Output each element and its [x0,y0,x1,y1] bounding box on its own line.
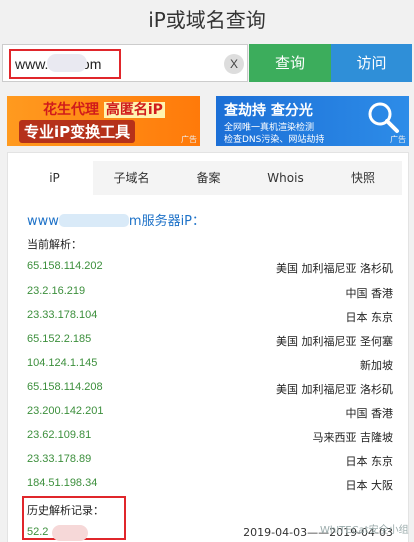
ad-headline-b: 高匿名iP [103,102,165,118]
ad-banner-hijack-check[interactable]: 查劫持 查分光 全网唯一真机渲染检测 检查DNS污染、网站劫持 广告 [216,96,409,146]
ip-location: 中国 香港 [345,407,394,420]
ip-address[interactable]: 23.33.178.89 [27,453,91,465]
search-input-wrapper[interactable]: www.la e.com X [2,44,248,82]
host-heading: www m服务器iP： [27,210,205,229]
tab-whois[interactable]: Whois [247,161,324,195]
ip-location: 新加坡 [360,359,393,372]
ip-location: 美国 加利福尼亚 圣何塞 [276,335,393,348]
ip-address[interactable]: 65.158.114.202 [27,260,103,272]
redacted-text [47,54,87,72]
table-row: 184.51.198.34 日本 大阪 [27,477,393,493]
tab-subdomain[interactable]: 子域名 [93,161,170,195]
result-panel: iP 子域名 备案 Whois 快照 www m服务器iP： 当前解析： 65.1… [7,152,409,542]
ad-headline: 查劫持 查分光 [224,103,313,119]
ip-address[interactable]: 184.51.198.34 [27,477,97,489]
ip-address[interactable]: 23.2.16.219 [27,285,85,297]
ip-location: 中国 香港 [345,287,394,300]
ip-address[interactable]: 65.158.114.208 [27,381,103,393]
ip-address[interactable]: 23.33.178.104 [27,309,97,321]
tab-ip[interactable]: iP [16,161,93,195]
ad-subheadline: 专业iP变换工具 [19,120,136,143]
page-title: iP或域名查询 [148,8,266,32]
host-suffix: m服务器iP： [128,214,206,229]
ad-banner-proxy[interactable]: 花生代理 高匿名iP 专业iP变换工具 广告 [7,96,200,146]
table-row: 65.158.114.208 美国 加利福尼亚 洛杉矶 [27,381,393,397]
host-prefix[interactable]: www [27,214,59,229]
clear-icon[interactable]: X [224,54,244,74]
magnifier-icon [368,102,399,133]
ad-tag: 广告 [181,135,197,144]
table-row: 23.33.178.104 日本 东京 [27,309,393,325]
tab-icp[interactable]: 备案 [170,161,247,195]
table-row: 23.62.109.81 马来西亚 吉隆坡 [27,429,393,445]
tab-bar: iP 子域名 备案 Whois 快照 [16,161,402,195]
ad-headline-a: 花生代理 [43,102,104,118]
redacted-text [58,214,129,227]
query-button[interactable]: 查询 [249,44,331,82]
ad-headline: 花生代理 高匿名iP [43,99,165,119]
ip-location: 美国 加利福尼亚 洛杉矶 [276,262,393,275]
ad-line3: 检查DNS污染、网站劫持 [224,135,325,145]
ip-location: 日本 大阪 [345,479,394,492]
table-row: 23.33.178.89 日本 东京 [27,453,393,469]
table-row: 104.124.1.145 新加坡 [27,357,393,373]
table-row: 65.152.2.185 美国 加利福尼亚 圣何塞 [27,333,393,349]
ip-address[interactable]: 104.124.1.145 [27,357,97,369]
visit-button[interactable]: 访问 [331,44,412,82]
ip-address[interactable]: 65.152.2.185 [27,333,91,345]
ip-address[interactable]: 23.62.109.81 [27,429,91,441]
tab-snapshot[interactable]: 快照 [324,161,402,195]
current-resolution-label: 当前解析： [27,238,82,251]
table-row: 23.2.16.219 中国 香港 [27,285,393,301]
table-row: 65.158.114.202 美国 加利福尼亚 洛杉矶 [27,260,393,276]
watermark: WhITECat安全小组 [320,525,409,536]
history-label: 历史解析记录： [27,504,104,517]
ip-address[interactable]: 23.200.142.201 [27,405,103,417]
table-row: 23.200.142.201 中国 香港 [27,405,393,421]
ip-location: 日本 东京 [345,455,394,468]
redacted-text [52,525,88,541]
ip-location: 美国 加利福尼亚 洛杉矶 [276,383,393,396]
search-bar: www.la e.com X 查询 访问 [2,44,412,82]
ip-location: 马来西亚 吉隆坡 [312,431,394,444]
ad-tag: 广告 [390,135,406,144]
ip-location: 日本 东京 [345,311,394,324]
